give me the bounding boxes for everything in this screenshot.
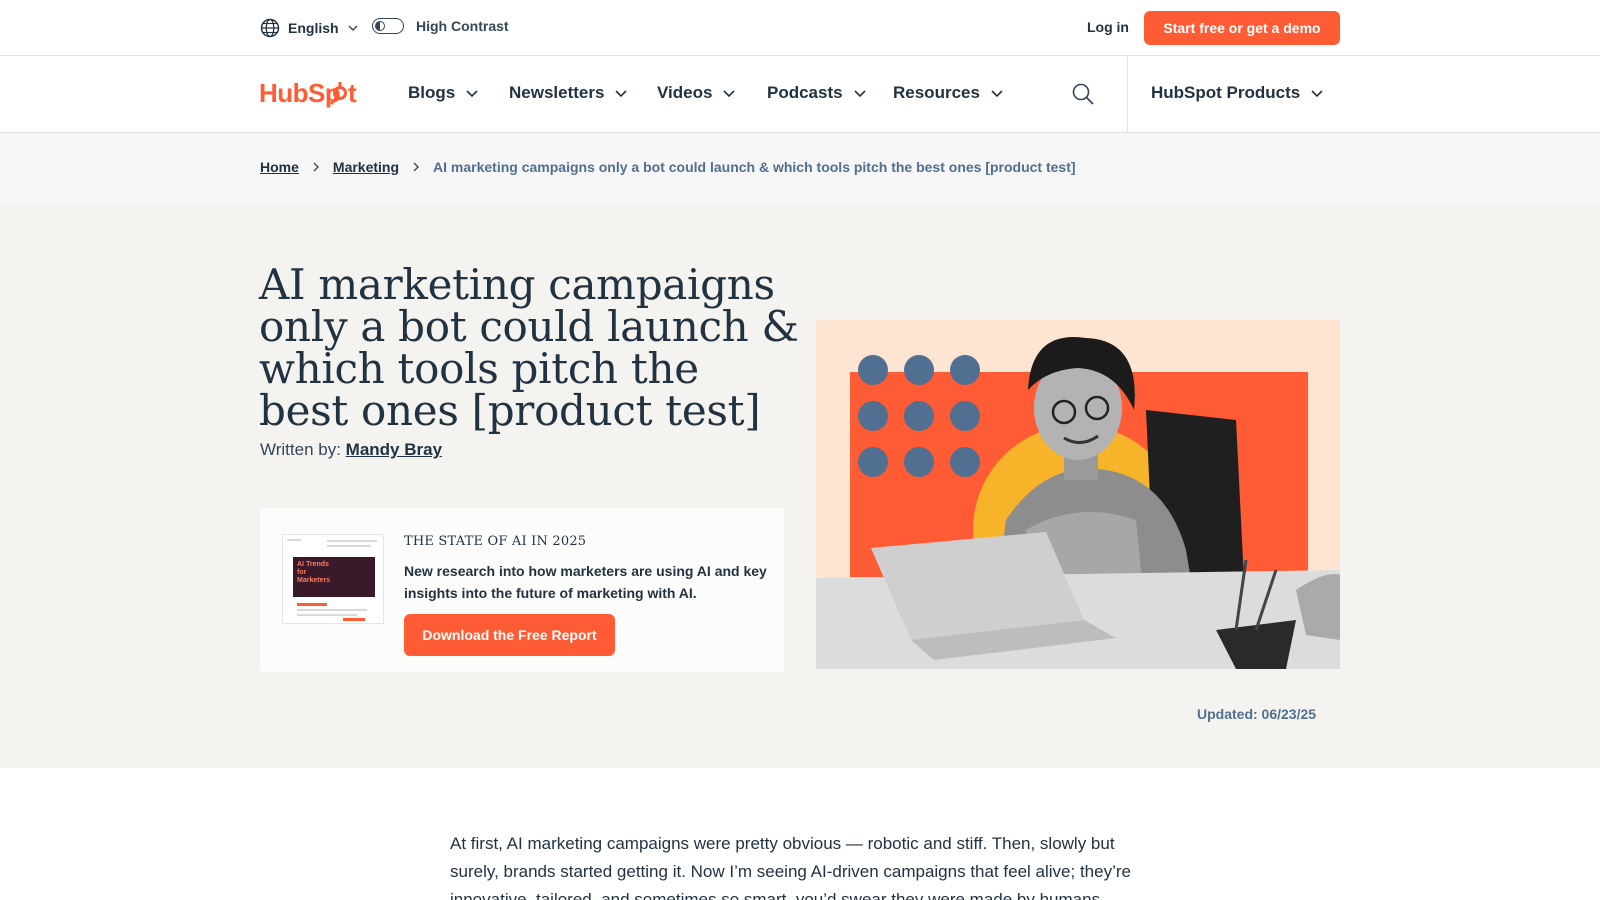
promo-description: New research into how marketers are usin… bbox=[404, 563, 767, 601]
thumb-accent bbox=[343, 618, 365, 621]
breadcrumb: Home Marketing AI marketing campaigns on… bbox=[260, 159, 1076, 175]
article-hero: AI marketing campaigns only a bot could … bbox=[0, 204, 1600, 768]
hubspot-logo-mark: HubSp t bbox=[259, 78, 358, 108]
chevron-down-icon bbox=[723, 90, 736, 98]
breadcrumb-current: AI marketing campaigns only a bot could … bbox=[433, 159, 1076, 175]
nav-divider bbox=[1127, 56, 1128, 132]
chevron-down-icon bbox=[615, 90, 628, 98]
svg-text:t: t bbox=[348, 78, 357, 108]
hero-illustration bbox=[816, 320, 1340, 669]
nav-label: Blogs bbox=[408, 83, 456, 102]
promo-kicker: THE STATE OF AI IN 2025 bbox=[404, 534, 587, 549]
hubspot-logo[interactable]: HubSp t bbox=[259, 78, 361, 117]
high-contrast-label: High Contrast bbox=[416, 18, 509, 34]
search-button[interactable] bbox=[1071, 82, 1095, 106]
language-selector[interactable]: English bbox=[260, 18, 359, 38]
thumb-line bbox=[327, 540, 377, 542]
svg-text:HubSp: HubSp bbox=[259, 78, 340, 108]
updated-date: Updated: 06/23/25 bbox=[1197, 706, 1317, 722]
chevron-down-icon bbox=[466, 90, 478, 98]
nav-label: Podcasts bbox=[767, 83, 843, 102]
nav-podcasts[interactable]: Podcasts bbox=[767, 83, 867, 103]
page-title: AI marketing campaigns only a bot could … bbox=[259, 260, 799, 435]
byline-prefix: Written by: bbox=[260, 440, 341, 459]
byline: Written by: Mandy Bray bbox=[260, 440, 442, 460]
main-nav: HubSp t Blogs Newsletters Videos Podcast… bbox=[0, 56, 1600, 133]
nav-videos[interactable]: Videos bbox=[657, 83, 736, 103]
chevron-down-icon bbox=[1311, 90, 1323, 98]
hero-image bbox=[816, 320, 1340, 669]
login-link[interactable]: Log in bbox=[1087, 19, 1129, 35]
breadcrumb-home[interactable]: Home bbox=[260, 159, 299, 175]
globe-icon bbox=[260, 18, 280, 38]
chevron-down-icon bbox=[991, 90, 1003, 98]
language-label: English bbox=[288, 20, 339, 36]
thumb-line bbox=[297, 609, 367, 611]
download-report-button[interactable]: Download the Free Report bbox=[404, 614, 615, 656]
hubspot-products-menu[interactable]: HubSpot Products bbox=[1151, 83, 1324, 103]
thumb-line bbox=[327, 545, 371, 547]
nav-newsletters[interactable]: Newsletters bbox=[509, 83, 628, 103]
author-link[interactable]: Mandy Bray bbox=[346, 440, 442, 459]
start-free-button[interactable]: Start free or get a demo bbox=[1144, 11, 1340, 45]
chevron-right-icon bbox=[313, 162, 319, 172]
thumb-title: AI Trends for Marketers bbox=[297, 561, 331, 584]
report-thumbnail[interactable]: AI Trends for Marketers bbox=[282, 534, 384, 624]
report-promo-card: AI Trends for Marketers THE STATE OF AI … bbox=[260, 508, 784, 672]
nav-label: Resources bbox=[893, 83, 980, 102]
breadcrumb-marketing[interactable]: Marketing bbox=[333, 159, 399, 175]
products-label: HubSpot Products bbox=[1151, 83, 1301, 102]
chevron-right-icon bbox=[413, 162, 419, 172]
search-icon bbox=[1072, 83, 1094, 105]
article-intro: At first, AI marketing campaigns were pr… bbox=[450, 834, 1131, 900]
thumb-line bbox=[297, 614, 357, 616]
thumb-accent bbox=[297, 603, 327, 606]
nav-blogs[interactable]: Blogs bbox=[408, 83, 479, 103]
utility-bar: English High Contrast Log in Start free … bbox=[0, 0, 1600, 56]
nav-label: Newsletters bbox=[509, 83, 605, 102]
thumb-line bbox=[287, 539, 301, 541]
toggle-switch[interactable] bbox=[372, 18, 404, 34]
high-contrast-toggle[interactable]: High Contrast bbox=[372, 18, 509, 34]
contrast-icon bbox=[375, 20, 385, 31]
chevron-down-icon bbox=[348, 25, 358, 31]
breadcrumb-bar: Home Marketing AI marketing campaigns on… bbox=[0, 133, 1600, 204]
nav-label: Videos bbox=[657, 83, 713, 102]
nav-resources[interactable]: Resources bbox=[893, 83, 1004, 103]
chevron-down-icon bbox=[854, 90, 866, 98]
